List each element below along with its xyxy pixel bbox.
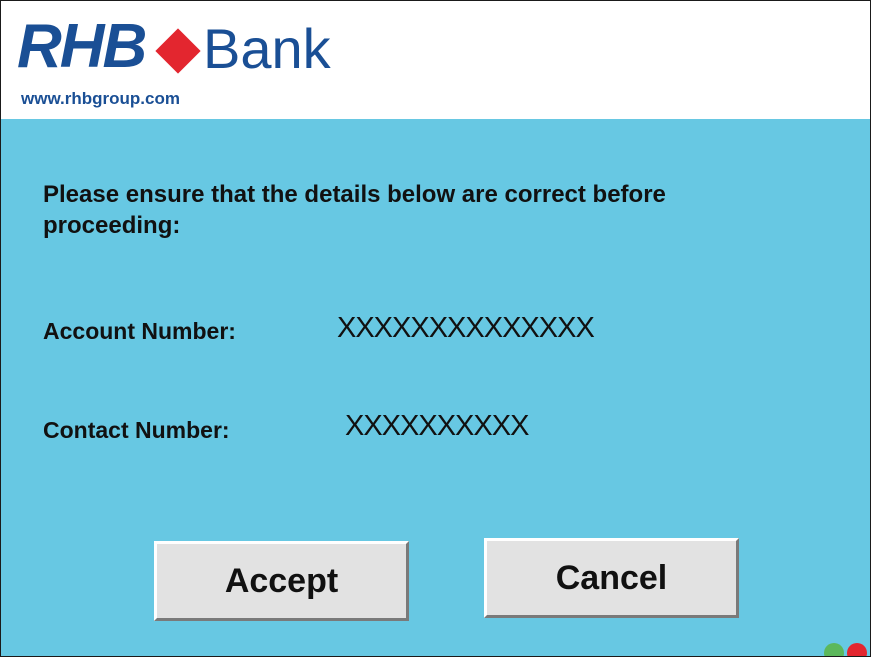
logo-diamond-icon [155,28,201,74]
contact-number-value: XXXXXXXXXX [345,410,529,442]
contact-number-label: Contact Number: [43,417,230,443]
atm-screen: RHB Bank www.rhbgroup.com Please ensure … [0,0,871,657]
confirmation-panel: Please ensure that the details below are… [1,119,870,656]
red-indicator-icon [847,643,867,656]
cancel-button[interactable]: Cancel [484,538,739,618]
website-url: www.rhbgroup.com [21,89,180,108]
logo-bank-text: Bank [203,17,331,80]
green-indicator-icon [824,643,844,656]
account-number-value: XXXXXXXXXXXXXX [337,312,595,344]
rhb-bank-logo: RHB Bank www.rhbgroup.com [17,12,357,109]
instruction-text: Please ensure that the details below are… [43,181,666,239]
logo-rhb-text: RHB [17,12,147,81]
header: RHB Bank www.rhbgroup.com [1,1,870,119]
accept-button[interactable]: Accept [154,541,409,621]
account-number-label: Account Number: [43,318,236,344]
